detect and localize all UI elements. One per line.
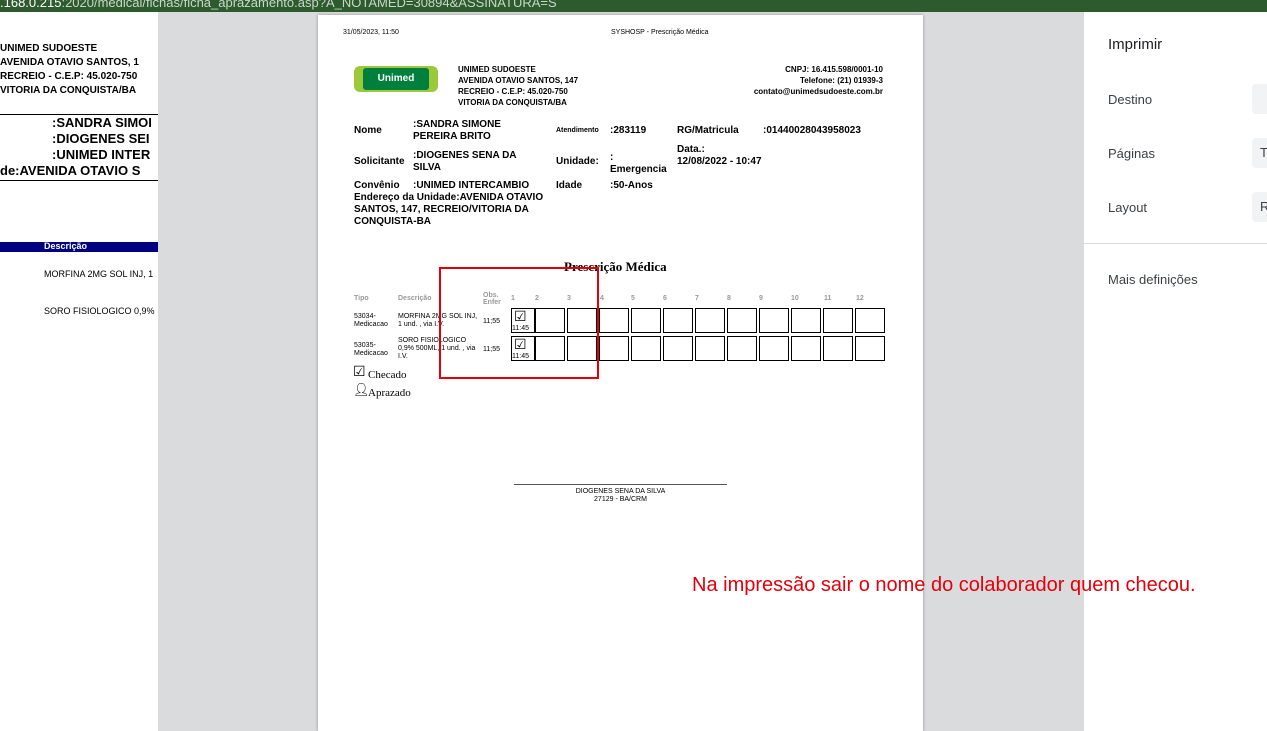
row1-slot-12 <box>855 308 885 333</box>
row1-slot-6 <box>663 308 693 333</box>
layout-label: Layout <box>1108 200 1148 215</box>
col-header-6: 6 <box>663 295 667 302</box>
rg-value: :01440028043958023 <box>763 125 861 136</box>
divider <box>1084 243 1267 244</box>
row1-slot-9 <box>759 308 789 333</box>
signature-crm: 27129 - BA/CRM <box>594 496 647 503</box>
col-header-tipo: Tipo <box>354 295 369 302</box>
endereco-unidade: Endereço da Unidade:AVENIDA OTAVIO SANTO… <box>354 192 544 227</box>
bg-table-row: MORFINA 2MG SOL INJ, 1 <box>44 269 154 279</box>
row2-slot-7 <box>695 336 725 361</box>
layout-select[interactable]: R <box>1252 192 1267 222</box>
solicitante-value: :DIOGENES SENA DA SILVA <box>413 150 517 173</box>
signature-line <box>514 484 727 485</box>
highlight-box <box>439 267 599 379</box>
bg-insurance: :UNIMED INTER <box>52 147 151 162</box>
data-value: 12/08/2022 - 10:47 <box>677 156 762 167</box>
print-settings-panel: Imprimir Destino Páginas T Layout R Mais… <box>1084 12 1267 731</box>
org-address: UNIMED SUDOESTE AVENIDA OTAVIO SANTOS, 1… <box>458 65 579 107</box>
rg-label: RG/Matricula <box>677 125 739 136</box>
row2-slot-11 <box>823 336 853 361</box>
row1-tipo: 53034-Medicacao <box>354 313 388 328</box>
row1-slot-11 <box>823 308 853 333</box>
atendimento-value: :283119 <box>610 125 647 136</box>
nome-value: :SANDRA SIMONE PEREIRA BRITO <box>413 119 501 142</box>
data-label: Data.: <box>677 144 705 155</box>
convenio-label: Convênio <box>354 180 400 191</box>
col-header-8: 8 <box>727 295 731 302</box>
bg-table-row: SORO FISIOLOGICO 0,9% <box>44 306 155 316</box>
row1-slot-5 <box>631 308 661 333</box>
legend-scheduled: Aprazado <box>368 387 411 399</box>
idade-value: :50-Anos <box>610 180 653 191</box>
destino-select[interactable] <box>1252 84 1267 114</box>
unidade-value: : Emergencia <box>610 152 667 175</box>
col-header-11: 11 <box>824 295 832 302</box>
unidade-label: Unidade: <box>556 156 599 167</box>
org-contact: CNPJ: 16.415.598/0001-10 Telefone: (21) … <box>753 65 883 96</box>
col-header-descricao: Descrição <box>398 295 432 302</box>
print-title: SYSHOSP - Prescrição Médica <box>611 29 709 36</box>
row1-slot-4 <box>599 308 629 333</box>
legend-checked: Checado <box>368 369 407 381</box>
bg-address: UNIMED SUDOESTE AVENIDA OTAVIO SANTOS, 1… <box>0 43 139 96</box>
col-header-7: 7 <box>695 295 699 302</box>
row2-slot-5 <box>631 336 661 361</box>
destino-label: Destino <box>1108 92 1153 107</box>
checkbox-checked-icon: ☑ <box>353 363 366 379</box>
row1-slot-10 <box>791 308 821 333</box>
solicitante-label: Solicitante <box>354 156 405 167</box>
col-header-9: 9 <box>759 295 763 302</box>
convenio-value: :UNIMED INTERCAMBIO <box>413 180 530 191</box>
col-header-10: 10 <box>791 295 799 302</box>
unimed-logo: Unimed <box>354 66 438 92</box>
row2-slot-10 <box>791 336 821 361</box>
col-header-5: 5 <box>631 295 635 302</box>
paginas-select[interactable]: T <box>1252 138 1267 168</box>
annotation-text: Na impressão sair o nome do colaborador … <box>692 574 1196 596</box>
row2-slot-8 <box>727 336 757 361</box>
nome-label: Nome <box>354 125 382 136</box>
paginas-label: Páginas <box>1108 146 1155 161</box>
idade-label: Idade <box>556 180 583 191</box>
row1-slot-8 <box>727 308 757 333</box>
row2-slot-9 <box>759 336 789 361</box>
signature-name: DIOGENES SENA DA SILVA <box>575 488 666 495</box>
panel-title: Imprimir <box>1108 36 1163 53</box>
bg-requester: :DIOGENES SEI <box>52 131 150 146</box>
bg-table-header: Descrição <box>0 241 160 252</box>
address-bar[interactable]: .168.0.215:2020/medical/fichas/ficha_apr… <box>0 0 1267 12</box>
print-datetime: 31/05/2023, 11:50 <box>343 29 399 36</box>
url-text: .168.0.215:2020/medical/fichas/ficha_apr… <box>0 0 557 10</box>
more-settings-toggle[interactable]: Mais definições <box>1108 272 1198 287</box>
bg-address-unit: de:AVENIDA OTAVIO S <box>0 163 141 178</box>
row2-slot-4 <box>599 336 629 361</box>
bg-patient-name: :SANDRA SIMOI <box>52 115 152 130</box>
divider <box>0 180 160 181</box>
row2-tipo: 53035-Medicacao <box>354 342 388 357</box>
row1-slot-7 <box>695 308 725 333</box>
row2-slot-6 <box>663 336 693 361</box>
col-header-4: 4 <box>600 295 604 302</box>
row2-slot-12 <box>855 336 885 361</box>
col-header-12: 12 <box>856 295 864 302</box>
preview-page: 31/05/2023, 11:50 SYSHOSP - Prescrição M… <box>318 15 923 731</box>
atendimento-label: Atendimento <box>556 127 599 134</box>
background-page: UNIMED SUDOESTE AVENIDA OTAVIO SANTOS, 1… <box>0 12 160 731</box>
